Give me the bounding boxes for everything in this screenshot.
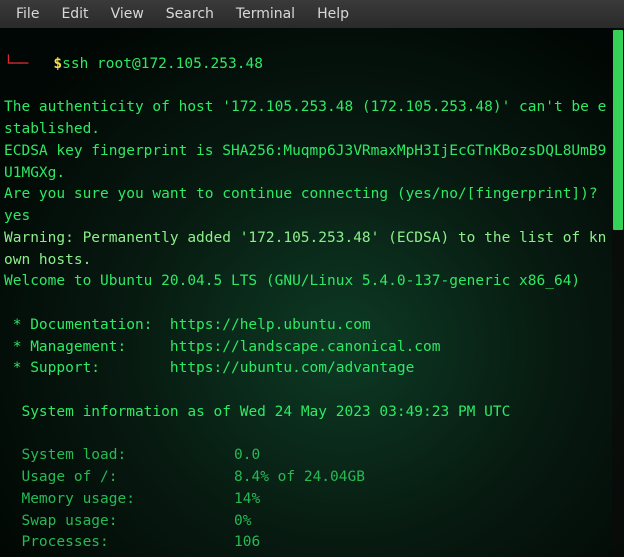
ssh-command: ssh root@172.105.253.48 [62, 56, 263, 72]
sysinfo-row-procs: Processes:106 [4, 534, 260, 550]
sysinfo-value: 0.0 [234, 447, 260, 463]
sysinfo-value: 8.4% of 24.04GB [234, 469, 365, 485]
menu-view[interactable]: View [101, 2, 154, 27]
sysinfo-label: System load: [4, 445, 234, 467]
sysinfo-header: System information as of Wed 24 May 2023… [4, 404, 510, 420]
auth-continue-line: Are you sure you want to continue connec… [4, 186, 606, 224]
menubar: File Edit View Search Terminal Help [0, 0, 624, 28]
menu-help[interactable]: Help [307, 2, 359, 27]
warn-added-hosts: Warning: Permanently added '172.105.253.… [4, 230, 606, 268]
sysinfo-row-usage: Usage of /:8.4% of 24.04GB [4, 469, 365, 485]
menu-edit[interactable]: Edit [51, 2, 98, 27]
sysinfo-value: 0% [234, 513, 251, 529]
auth-fingerprint-line: ECDSA key fingerprint is SHA256:Muqmp6J3… [4, 143, 606, 181]
sysinfo-value: 14% [234, 491, 260, 507]
link-support: * Support: https://ubuntu.com/advantage [4, 360, 414, 376]
menu-search[interactable]: Search [156, 2, 224, 27]
prompt-dollar-icon: $ [53, 56, 62, 72]
sysinfo-label: Processes: [4, 532, 234, 554]
sysinfo-row-swap: Swap usage:0% [4, 513, 251, 529]
prompt-corner-icon: └── [4, 56, 27, 72]
scrollbar-thumb[interactable] [613, 30, 623, 230]
sysinfo-label: Usage of /: [4, 467, 234, 489]
sysinfo-label: Memory usage: [4, 489, 234, 511]
terminal-viewport[interactable]: └── $ssh root@172.105.253.48 The authent… [0, 28, 624, 557]
link-management: * Management: https://landscape.canonica… [4, 339, 441, 355]
sysinfo-row-load: System load:0.0 [4, 447, 260, 463]
menu-file[interactable]: File [6, 2, 49, 27]
sysinfo-row-memory: Memory usage:14% [4, 491, 260, 507]
prompt-line: └── $ssh root@172.105.253.48 [4, 54, 608, 76]
menu-terminal[interactable]: Terminal [226, 2, 305, 27]
terminal-content: └── $ssh root@172.105.253.48 The authent… [4, 32, 622, 557]
link-documentation: * Documentation: https://help.ubuntu.com [4, 317, 371, 333]
auth-host-line: The authenticity of host '172.105.253.48… [4, 99, 606, 137]
sysinfo-label: Swap usage: [4, 511, 234, 533]
welcome-line: Welcome to Ubuntu 20.04.5 LTS (GNU/Linux… [4, 273, 580, 289]
sysinfo-value: 106 [234, 534, 260, 550]
